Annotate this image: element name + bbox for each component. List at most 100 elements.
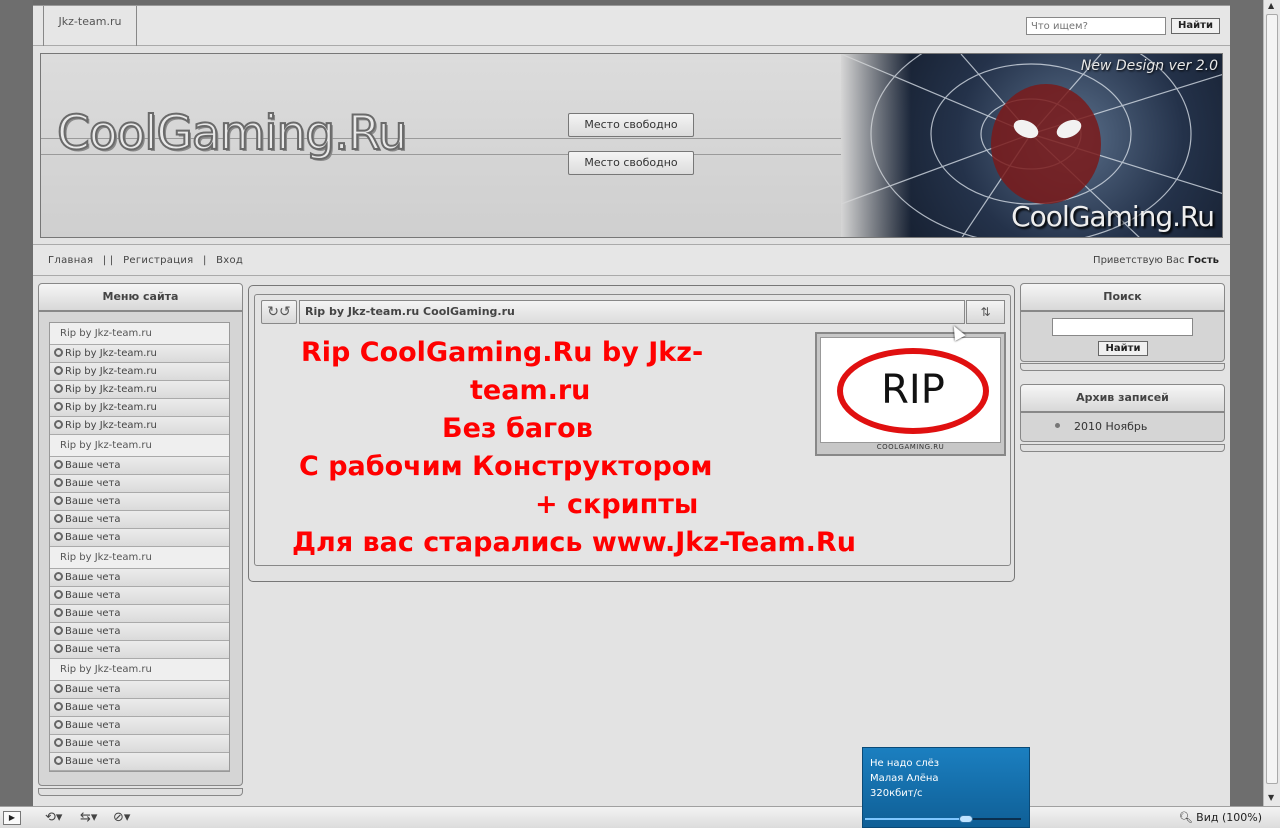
share-icon[interactable]: ⇆▾ xyxy=(80,810,97,825)
menu-item-label: Ваше чета xyxy=(65,572,121,583)
post-text-line: Для вас старались www.Jkz-Team.Ru xyxy=(292,527,856,558)
menu-item[interactable]: Ваше чета xyxy=(50,457,229,475)
top-search-input[interactable] xyxy=(1026,17,1166,35)
menu-group-head[interactable]: Rip by Jkz-team.ru xyxy=(50,435,229,457)
menu-group-head[interactable]: Rip by Jkz-team.ru xyxy=(50,547,229,569)
bullet-icon xyxy=(54,460,63,469)
menu-item-label: Ваше чета xyxy=(65,684,121,695)
menu-item[interactable]: Ваше чета xyxy=(50,605,229,623)
bullet-icon xyxy=(54,590,63,599)
archive-item[interactable]: 2010 Ноябрь xyxy=(1055,420,1147,433)
bullet-icon xyxy=(54,572,63,581)
menu-item-label: Rip by Jkz-team.ru xyxy=(65,402,157,413)
ad-slot-button[interactable]: Место свободно xyxy=(568,113,694,137)
top-search-button[interactable]: Найти xyxy=(1171,18,1220,34)
music-player[interactable]: Не надо слёз Малая Алёна 320кбит/с xyxy=(862,747,1030,828)
menu-item[interactable]: Ваше чета xyxy=(50,511,229,529)
menu-item[interactable]: Ваше чета xyxy=(50,717,229,735)
menu-item[interactable]: Rip by Jkz-team.ru xyxy=(50,345,229,363)
scroll-down-icon[interactable]: ▼ xyxy=(1268,793,1274,802)
menu-item[interactable]: Ваше чета xyxy=(50,681,229,699)
menu-group-head[interactable]: Rip by Jkz-team.ru xyxy=(50,323,229,345)
bullet-icon xyxy=(54,496,63,505)
menu-item-label: Ваше чета xyxy=(65,702,121,713)
banner-fade xyxy=(841,54,911,237)
menu-group-head[interactable]: Rip by Jkz-team.ru xyxy=(50,659,229,681)
menu-item-label: Rip by Jkz-team.ru xyxy=(65,348,157,359)
menu-item[interactable]: Ваше чета xyxy=(50,623,229,641)
site-logo[interactable]: CoolGaming.Ru xyxy=(56,105,408,162)
refresh-icon[interactable]: ⟲▾ xyxy=(45,810,62,825)
nav-login-link[interactable]: Вход xyxy=(216,255,243,266)
bullet-icon xyxy=(54,348,63,357)
bullet-icon xyxy=(54,626,63,635)
menu-item-label: Ваше чета xyxy=(65,532,121,543)
status-bar: ▶ ⟲▾ ⇆▾ ⊘▾ 🔍︎ Вид (100%) xyxy=(0,806,1280,828)
play-icon[interactable]: ▶ xyxy=(3,811,21,825)
menu-item[interactable]: Rip by Jkz-team.ru xyxy=(50,399,229,417)
menu-item[interactable]: Ваше чета xyxy=(50,569,229,587)
zoom-control[interactable]: 🔍︎ Вид (100%) xyxy=(1179,811,1262,824)
archive-item-label[interactable]: 2010 Ноябрь xyxy=(1074,420,1147,433)
scrollbar-thumb[interactable] xyxy=(1266,14,1278,784)
menu-block-footer xyxy=(38,788,243,796)
menu-item-label: Ваше чета xyxy=(65,590,121,601)
site-tab[interactable]: Jkz-team.ru xyxy=(43,6,137,46)
bullet-icon xyxy=(54,514,63,523)
archive-block-footer xyxy=(1020,444,1225,452)
post-image[interactable]: RIP COOLGAMING.RU xyxy=(815,332,1006,456)
post-text-line: team.ru xyxy=(470,375,591,406)
post-text-line: Без багов xyxy=(442,413,593,444)
block-icon[interactable]: ⊘▾ xyxy=(113,810,130,825)
nav-register-link[interactable]: Регистрация xyxy=(123,255,193,266)
volume-slider[interactable] xyxy=(865,815,1021,823)
top-bar: Jkz-team.ru Найти xyxy=(33,6,1230,46)
menu-block-title: Меню сайта xyxy=(38,283,243,311)
page: Jkz-team.ru Найти CoolGaming.Ru Место св… xyxy=(33,5,1230,806)
bullet-icon xyxy=(54,366,63,375)
bullet-icon xyxy=(54,402,63,411)
scroll-up-icon[interactable]: ▲ xyxy=(1268,1,1274,10)
post-text-line: + скрипты xyxy=(535,489,699,520)
right-gutter xyxy=(1230,0,1263,806)
user-name[interactable]: Гость xyxy=(1188,255,1219,266)
bullet-icon xyxy=(54,478,63,487)
volume-knob[interactable] xyxy=(959,815,973,823)
bullet-icon xyxy=(54,532,63,541)
bullet-icon xyxy=(54,720,63,729)
menu-item[interactable]: Ваше чета xyxy=(50,641,229,659)
bullet-icon xyxy=(54,608,63,617)
menu-item-label: Ваше чета xyxy=(65,608,121,619)
bullet-icon xyxy=(54,384,63,393)
menu-item[interactable]: Ваше чета xyxy=(50,753,229,771)
menu-item[interactable]: Rip by Jkz-team.ru xyxy=(50,417,229,435)
bullet-icon xyxy=(54,738,63,747)
song-title: Не надо слёз xyxy=(870,758,940,769)
vertical-scrollbar[interactable]: ▲ ▼ xyxy=(1263,0,1280,806)
post-container: ↻↺ Rip by Jkz-team.ru CoolGaming.ru ⇅ Ri… xyxy=(248,285,1015,582)
search-button[interactable]: Найти xyxy=(1098,341,1148,356)
post-title[interactable]: Rip by Jkz-team.ru CoolGaming.ru xyxy=(299,300,965,324)
menu-item-label: Ваше чета xyxy=(65,756,121,767)
banner-logo: CoolGaming.Ru xyxy=(1011,200,1215,233)
menu-item[interactable]: Ваше чета xyxy=(50,587,229,605)
zoom-level: Вид (100%) xyxy=(1196,811,1262,824)
greeting-text: Приветствую Вас xyxy=(1093,255,1185,266)
menu-item[interactable]: Rip by Jkz-team.ru xyxy=(50,363,229,381)
nav-home-link[interactable]: Главная xyxy=(48,255,93,266)
menu-item[interactable]: Ваше чета xyxy=(50,493,229,511)
menu-item[interactable]: Ваше чета xyxy=(50,735,229,753)
bullet-icon xyxy=(54,644,63,653)
menu-item[interactable]: Ваше чета xyxy=(50,699,229,717)
header-banner-image: New Design ver 2.0 CoolGaming.Ru xyxy=(841,54,1222,237)
menu-item[interactable]: Rip by Jkz-team.ru xyxy=(50,381,229,399)
left-gutter xyxy=(0,0,33,806)
menu-item[interactable]: Ваше чета xyxy=(50,529,229,547)
menu-item-label: Ваше чета xyxy=(65,460,121,471)
search-block-footer xyxy=(1020,363,1225,371)
refresh-icon[interactable]: ↻↺ xyxy=(261,300,297,324)
search-input[interactable] xyxy=(1052,318,1193,336)
sort-icon[interactable]: ⇅ xyxy=(966,300,1005,324)
menu-item[interactable]: Ваше чета xyxy=(50,475,229,493)
ad-slot-button[interactable]: Место свободно xyxy=(568,151,694,175)
